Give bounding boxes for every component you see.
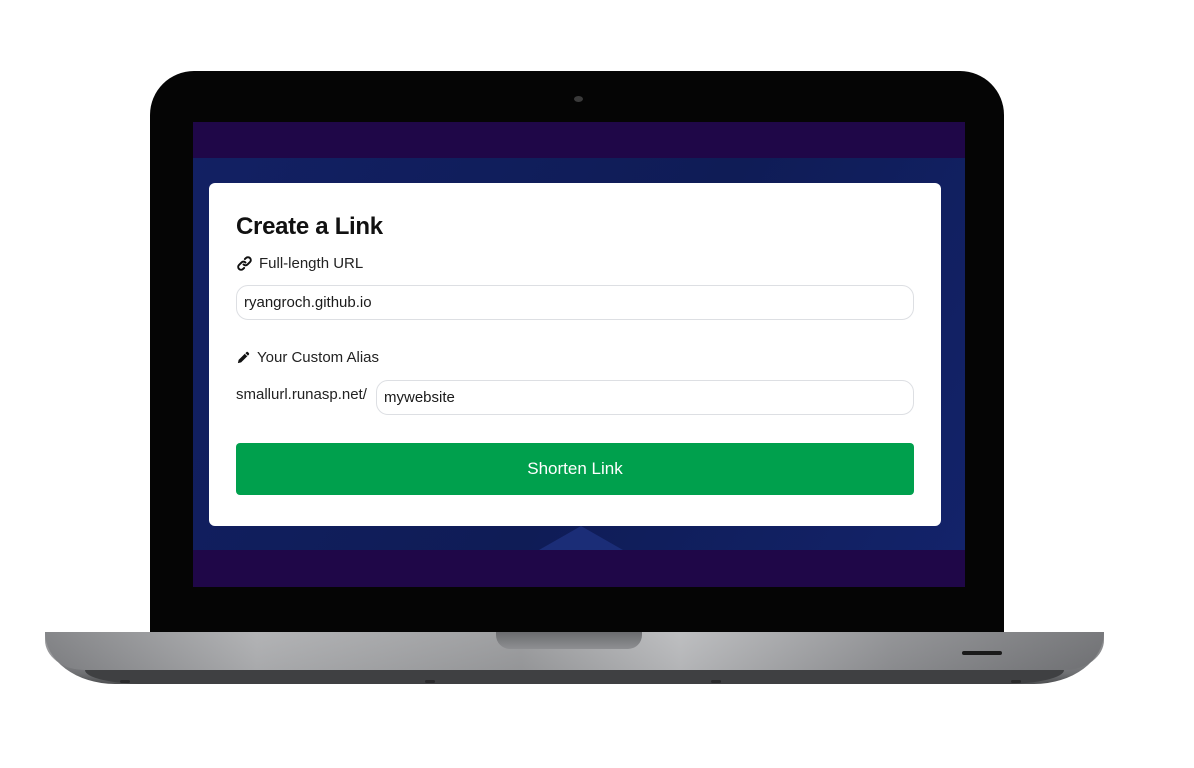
rubber-foot [425,680,435,683]
pencil-icon [236,350,251,365]
url-label-text: Full-length URL [259,255,364,272]
link-icon [236,255,253,272]
url-label: Full-length URL [236,255,363,272]
screen-top-band [193,122,965,158]
full-url-input[interactable] [236,285,914,320]
laptop-base [45,632,1104,684]
base-underside [85,670,1064,684]
webcam [574,96,583,102]
create-link-card: Create a Link Full-length URL Your Custo… [209,183,941,526]
alias-label: Your Custom Alias [236,349,379,366]
shorten-link-button[interactable]: Shorten Link [236,443,914,495]
rubber-foot [120,680,130,683]
card-title: Create a Link [236,213,383,240]
alias-label-text: Your Custom Alias [257,349,380,366]
custom-alias-input[interactable] [376,380,914,415]
screen-decoration [539,526,623,550]
rubber-foot [1011,680,1021,683]
screen-bottom-band [193,550,965,587]
lid-opening-groove [496,632,642,649]
rubber-foot [711,680,721,683]
power-indicator [962,651,1002,655]
alias-domain-prefix: smallurl.runasp.net/ [236,386,367,403]
